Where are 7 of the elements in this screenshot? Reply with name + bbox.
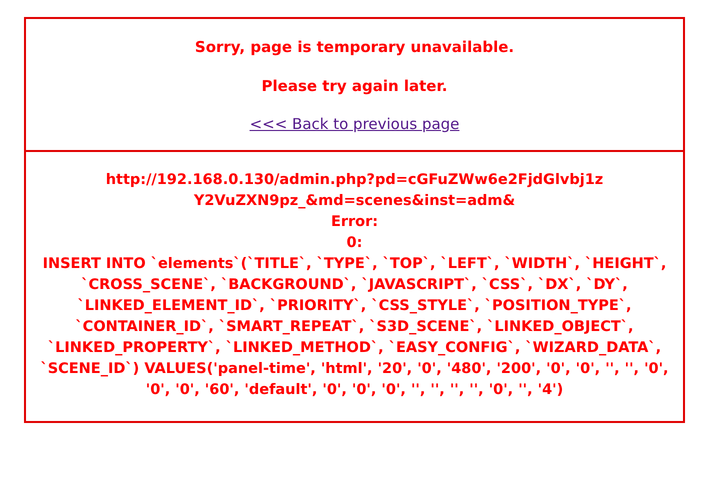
back-link[interactable]: <<< Back to previous page (250, 115, 460, 134)
error-title: Sorry, page is temporary unavailable. (194, 38, 514, 57)
retry-message: Please try again later. (262, 77, 448, 96)
error-code: 0: (346, 234, 362, 253)
sql-query: INSERT INTO `elements`(`TITLE`, `TYPE`, `TOP`, `LEFT`, `WIDTH`, `HEIGHT`, `CROSS_SCENE`, `BACKGROUND`, `JAVASCRIPT`, `CSS`, `DX`, `DY`, `LINKED_ELEMENT_ID`, `PRIORITY`, `CSS_STYLE`, `POSITION_TYPE`, `CONTAINER_ID`, `SMART_REPEAT`, `S3D_SCENE`, `LINKED_OBJECT`, `LINKED_PROPERTY`, `LINKED_METHOD`, `EASY_CONFIG`, `WIZARD_DATA`, `SCENE_ID`) VALUES('panel-time', 'html', '20', '0', '480', '200', '0', '0', '', '', '0', '0', '0', '60', 'default', '0', '0', '0', '', '', '', '', '0', '', '4') (39, 255, 670, 400)
error-label: Error: (330, 213, 378, 232)
request-url: http://192.168.0.130/admin.php?pd=cGFuZWw6e2FjdGlvbj1zY2VuZXN9pz_&md=scenes&inst=adm& (104, 171, 604, 211)
